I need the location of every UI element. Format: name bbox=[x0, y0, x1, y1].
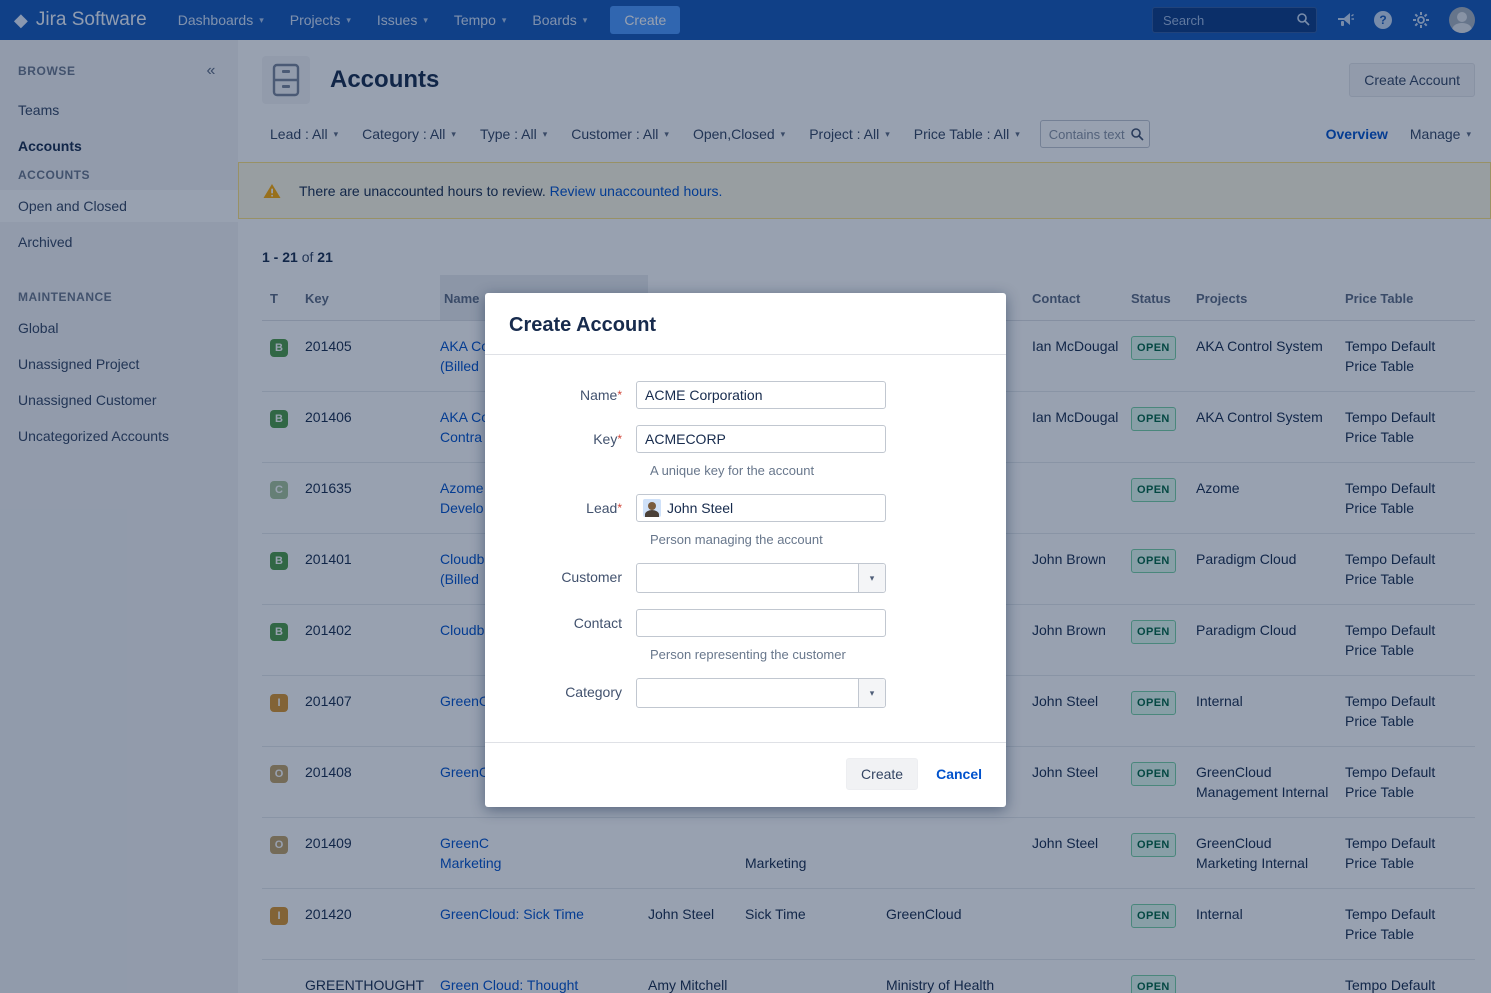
lead-avatar bbox=[643, 499, 661, 517]
contact-field-help: Person representing the customer bbox=[650, 647, 1006, 662]
lead-field-label: Lead* bbox=[485, 494, 636, 522]
category-field-label: Category bbox=[485, 678, 636, 708]
category-select-value bbox=[637, 679, 858, 707]
contact-field-label: Contact bbox=[485, 609, 636, 637]
app-window: ◆ Jira Software Dashboards▾ Projects▾ Is… bbox=[0, 0, 1491, 993]
required-asterisk: * bbox=[617, 432, 622, 446]
chevron-down-icon[interactable]: ▾ bbox=[858, 564, 885, 592]
contact-field[interactable] bbox=[636, 609, 886, 637]
customer-select[interactable]: ▾ bbox=[636, 563, 886, 593]
key-field-help: A unique key for the account bbox=[650, 463, 1006, 478]
customer-field-label: Customer bbox=[485, 563, 636, 593]
key-field[interactable] bbox=[636, 425, 886, 453]
required-asterisk: * bbox=[617, 388, 622, 402]
chevron-down-icon[interactable]: ▾ bbox=[858, 679, 885, 707]
modal-title: Create Account bbox=[509, 314, 982, 337]
key-field-label: Key* bbox=[485, 425, 636, 453]
lead-field[interactable]: John Steel bbox=[636, 494, 886, 522]
lead-field-value: John Steel bbox=[667, 500, 733, 516]
category-select[interactable]: ▾ bbox=[636, 678, 886, 708]
create-account-modal: Create Account Name* Key* A unique key f… bbox=[485, 293, 1006, 807]
customer-select-value bbox=[637, 564, 858, 592]
name-field-label: Name* bbox=[485, 381, 636, 409]
modal-cancel-link[interactable]: Cancel bbox=[936, 766, 982, 782]
name-field[interactable] bbox=[636, 381, 886, 409]
required-asterisk: * bbox=[617, 501, 622, 515]
modal-create-button[interactable]: Create bbox=[846, 758, 918, 790]
lead-field-help: Person managing the account bbox=[650, 532, 1006, 547]
